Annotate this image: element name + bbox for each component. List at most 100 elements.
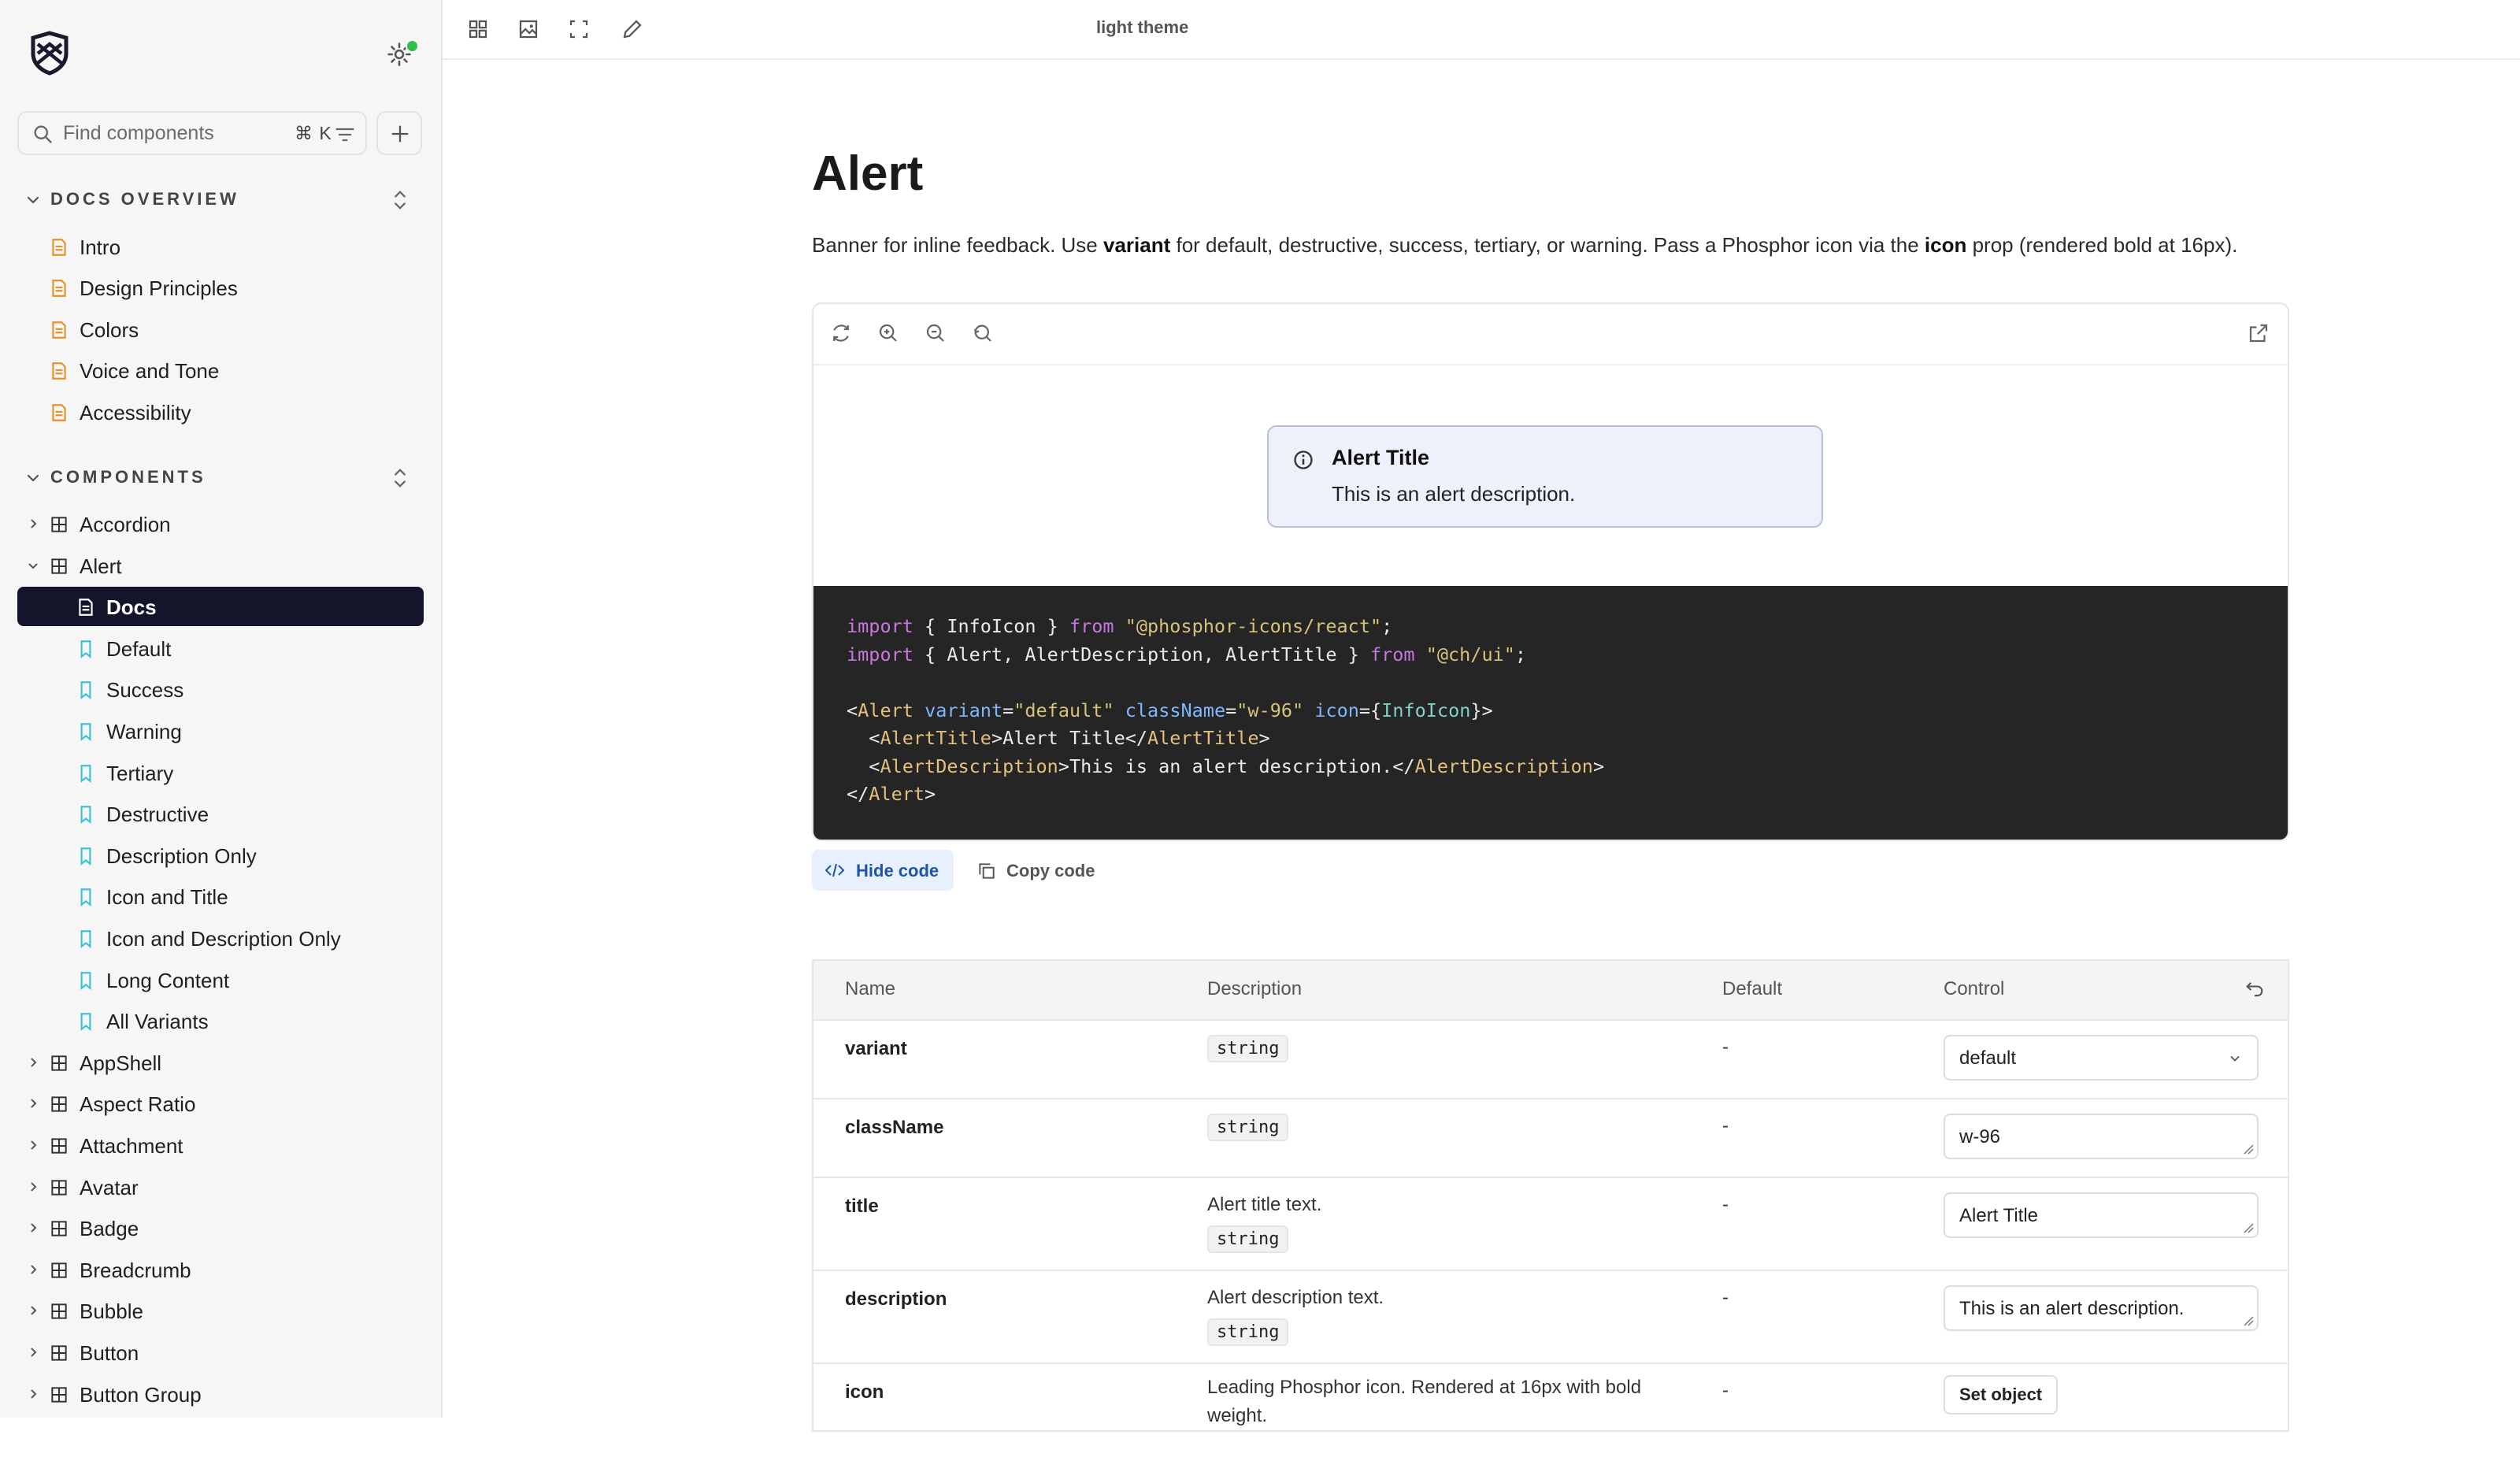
- component-grid-icon: [51, 558, 67, 574]
- sidebar-item-story[interactable]: Icon and Title: [17, 877, 424, 916]
- sidebar-item-component[interactable]: AppShell: [17, 1043, 424, 1082]
- prop-default: -: [1722, 1287, 1729, 1308]
- bookmark-icon: [80, 972, 91, 991]
- zoom-out-icon[interactable]: [924, 321, 947, 345]
- sidebar-item-component[interactable]: Alert: [17, 546, 424, 585]
- sidebar-item-label: Breadcrumb: [80, 1259, 191, 1282]
- section-title: COMPONENTS: [50, 467, 206, 487]
- input-value: w-96: [1959, 1126, 2001, 1147]
- chevron-right-icon: [31, 1140, 37, 1150]
- undo-icon[interactable]: [2244, 978, 2266, 1000]
- expand-collapse-icon[interactable]: [389, 187, 411, 213]
- component-grid-icon: [51, 1387, 67, 1403]
- filter-icon[interactable]: [334, 124, 356, 146]
- resize-handle-icon[interactable]: [2243, 1315, 2254, 1326]
- sidebar-item-label: Alert: [80, 554, 122, 578]
- search-input[interactable]: Find components ⌘ K: [17, 111, 367, 155]
- code-content: import { InfoIcon } from "@phosphor-icon…: [847, 613, 1604, 809]
- hide-code-button[interactable]: Hide code: [812, 850, 954, 891]
- section-components[interactable]: COMPONENTS: [24, 462, 417, 494]
- sidebar-item-story[interactable]: All Variants: [17, 1001, 424, 1040]
- sidebar-item-component[interactable]: Badge: [17, 1208, 424, 1248]
- column-header: Default: [1722, 978, 1783, 999]
- chevron-right-icon: [31, 1182, 37, 1192]
- bookmark-icon: [80, 806, 91, 825]
- sidebar-item-story[interactable]: Tertiary: [17, 753, 424, 792]
- sidebar-item-component[interactable]: Accordion: [17, 504, 424, 543]
- sidebar-item-component[interactable]: Avatar: [17, 1167, 424, 1207]
- prop-default: -: [1722, 1194, 1729, 1215]
- component-grid-icon: [51, 1055, 67, 1071]
- add-button[interactable]: [376, 111, 422, 155]
- document-icon: [79, 599, 93, 616]
- sidebar-item-voice-and-tone[interactable]: Voice and Tone: [17, 350, 424, 390]
- sidebar-item-story[interactable]: Icon and Description Only: [17, 918, 424, 958]
- classname-input[interactable]: w-96: [1944, 1114, 2259, 1159]
- copy-code-button[interactable]: Copy code: [969, 850, 1110, 891]
- chevron-right-icon: [31, 1348, 37, 1357]
- top-toolbar: light theme: [443, 0, 2520, 60]
- sidebar-item-label: Badge: [80, 1217, 139, 1240]
- prop-type: string: [1207, 1114, 1289, 1141]
- zoom-in-icon[interactable]: [876, 321, 900, 345]
- sidebar-item-story[interactable]: Long Content: [17, 960, 424, 999]
- input-value: Alert Title: [1959, 1205, 2039, 1226]
- component-grid-icon: [51, 1221, 67, 1236]
- frame-icon[interactable]: [567, 17, 591, 41]
- prop-type: string: [1207, 1318, 1289, 1346]
- sidebar-item-story[interactable]: Destructive: [17, 794, 424, 833]
- sidebar-item-story[interactable]: Default: [17, 628, 424, 668]
- sidebar-item-component[interactable]: Aspect Ratio: [17, 1084, 424, 1123]
- search-icon: [34, 125, 52, 143]
- sidebar-item-design-principles[interactable]: Design Principles: [17, 268, 424, 307]
- sidebar-item-label: Design Principles: [80, 276, 238, 300]
- sidebar-item-accessibility[interactable]: Accessibility: [17, 392, 424, 432]
- image-icon[interactable]: [517, 17, 540, 41]
- chevron-down-icon: [27, 474, 39, 482]
- sidebar-item-label: Accordion: [80, 513, 171, 536]
- section-title: DOCS OVERVIEW: [50, 189, 239, 209]
- component-grid-icon: [51, 1138, 67, 1154]
- sidebar-item-component[interactable]: Button Group: [17, 1374, 424, 1414]
- sidebar-item-label: Intro: [80, 235, 121, 259]
- sidebar-item-story[interactable]: Success: [17, 669, 424, 709]
- sidebar-item-docs[interactable]: Docs: [17, 587, 424, 626]
- grid-icon[interactable]: [466, 17, 490, 41]
- title-input[interactable]: Alert Title: [1944, 1192, 2259, 1238]
- component-preview: Alert Title This is an alert description…: [812, 302, 2289, 841]
- info-icon: [1294, 450, 1313, 469]
- logo-icon[interactable]: [27, 30, 72, 76]
- resize-handle-icon[interactable]: [2243, 1144, 2254, 1155]
- expand-collapse-icon[interactable]: [389, 465, 411, 491]
- pencil-icon[interactable]: [621, 17, 644, 41]
- search-shortcut: ⌘ K: [295, 123, 332, 143]
- sidebar-item-component[interactable]: Bubble: [17, 1291, 424, 1330]
- reset-zoom-icon[interactable]: [971, 321, 995, 345]
- open-external-icon[interactable]: [2247, 321, 2270, 345]
- bookmark-icon: [80, 765, 91, 784]
- resize-handle-icon[interactable]: [2243, 1222, 2254, 1233]
- component-grid-icon: [51, 1303, 67, 1319]
- sidebar-item-story[interactable]: Warning: [17, 711, 424, 751]
- chevron-right-icon: [31, 1058, 37, 1067]
- set-object-button[interactable]: Set object: [1944, 1375, 2059, 1414]
- description-input[interactable]: This is an alert description.: [1944, 1285, 2259, 1331]
- column-header: Description: [1207, 978, 1303, 999]
- code-block: import { InfoIcon } from "@phosphor-icon…: [813, 586, 2288, 840]
- sidebar-item-label: Avatar: [80, 1176, 139, 1199]
- sidebar-item-label: Long Content: [106, 969, 230, 992]
- sidebar-item-intro[interactable]: Intro: [17, 227, 424, 266]
- refresh-icon[interactable]: [829, 321, 853, 345]
- sidebar-item-colors[interactable]: Colors: [17, 310, 424, 349]
- section-docs-overview[interactable]: DOCS OVERVIEW: [24, 184, 417, 216]
- theme-toggle[interactable]: light theme: [1096, 17, 1188, 38]
- sidebar-item-label: Warning: [106, 720, 182, 743]
- props-table: Name Description Default Control variant…: [812, 959, 2289, 1432]
- prop-name: title: [845, 1196, 879, 1217]
- sidebar-item-component[interactable]: Breadcrumb: [17, 1250, 424, 1289]
- variant-select[interactable]: default: [1944, 1035, 2259, 1081]
- sidebar-item-component[interactable]: Button: [17, 1333, 424, 1372]
- sidebar-item-component[interactable]: Attachment: [17, 1125, 424, 1165]
- sidebar-item-label: All Variants: [106, 1010, 209, 1033]
- sidebar-item-story[interactable]: Description Only: [17, 836, 424, 875]
